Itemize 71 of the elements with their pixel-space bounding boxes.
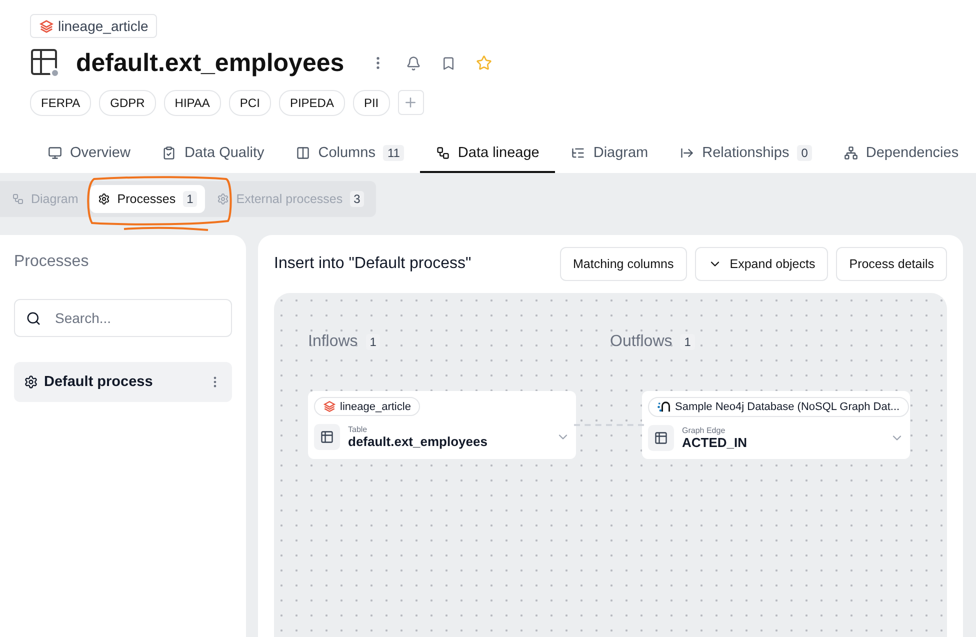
toolbar-button[interactable]: Matching columns bbox=[560, 247, 687, 281]
node-name: default.ext_employees bbox=[348, 434, 488, 449]
node-name: ACTED_IN bbox=[682, 435, 748, 450]
tag-chip[interactable]: FERPA bbox=[30, 90, 92, 116]
tag-chip[interactable]: PCI bbox=[228, 90, 271, 116]
node-type: Graph Edge bbox=[682, 426, 726, 435]
count-badge: 1 bbox=[680, 334, 695, 350]
tab-label: Data lineage bbox=[458, 145, 540, 161]
flow-label: Inflows bbox=[308, 333, 358, 351]
source-chip[interactable]: lineage_article bbox=[314, 397, 420, 416]
tab-icon bbox=[680, 146, 694, 160]
count-badge: 11 bbox=[383, 145, 404, 161]
tab-label: Overview bbox=[70, 145, 130, 161]
tab[interactable]: Dependencies bbox=[828, 138, 975, 173]
table-icon bbox=[30, 48, 60, 78]
process-item[interactable]: Default process bbox=[14, 362, 232, 402]
table-icon bbox=[648, 425, 674, 451]
tab-icon bbox=[162, 146, 176, 160]
layers-icon bbox=[323, 400, 336, 413]
tab-icon bbox=[844, 146, 858, 160]
subtab-label: External processes bbox=[236, 192, 343, 206]
tab-label: Data Quality bbox=[184, 145, 264, 161]
tab-icon bbox=[48, 146, 62, 160]
flow-label: Outflows bbox=[610, 333, 672, 351]
tab[interactable]: Overview bbox=[32, 138, 146, 173]
catalog-breadcrumb[interactable]: lineage_article bbox=[30, 14, 158, 38]
search-icon bbox=[26, 311, 41, 326]
tab-icon bbox=[571, 146, 586, 160]
process-icon bbox=[24, 375, 38, 389]
tab[interactable]: Columns 11 bbox=[280, 138, 420, 173]
tab-icon bbox=[436, 146, 450, 160]
node-card[interactable]: lineage_article Table default.ext_employees bbox=[308, 391, 576, 459]
tab-icon bbox=[296, 146, 310, 160]
tab-label: Relationships bbox=[702, 145, 790, 161]
count-badge: 1 bbox=[182, 191, 198, 207]
node-type: Table bbox=[348, 425, 368, 434]
tab[interactable]: Data lineage bbox=[420, 138, 556, 173]
add-tag-button[interactable] bbox=[398, 90, 424, 115]
subtab[interactable]: External processes 3 bbox=[209, 185, 372, 213]
tag-chip[interactable]: HIPAA bbox=[164, 90, 221, 116]
source-chip[interactable]: Sample Neo4j Database (NoSQL Graph Dat... bbox=[648, 397, 909, 417]
count-badge: 3 bbox=[350, 191, 364, 207]
toolbar-button[interactable]: Expand objects bbox=[694, 247, 828, 281]
page-title: default.ext_employees bbox=[76, 48, 344, 78]
node-card[interactable]: Sample Neo4j Database (NoSQL Graph Dat... Graph Edge ACTED_IN bbox=[642, 391, 910, 459]
tag-chip[interactable]: GDPR bbox=[99, 90, 156, 116]
process-title: Insert into "Default process" bbox=[274, 255, 472, 273]
count-badge: 1 bbox=[366, 334, 380, 350]
process-label: Default process bbox=[44, 374, 154, 390]
table-icon bbox=[314, 424, 340, 450]
panel-title: Processes bbox=[14, 253, 90, 271]
tab[interactable]: Relationships 0 bbox=[664, 138, 828, 173]
tab-label: Dependencies bbox=[866, 145, 959, 161]
subtab-icon bbox=[217, 193, 230, 205]
search-field[interactable]: Search... bbox=[14, 299, 232, 337]
subtab-label: Diagram bbox=[31, 192, 78, 206]
subtab-icon bbox=[98, 193, 110, 205]
tab-label: Columns bbox=[318, 145, 376, 161]
tag-chip[interactable]: PIPEDA bbox=[278, 90, 345, 116]
tag-chip[interactable]: PII bbox=[352, 90, 390, 116]
subtab[interactable]: Processes 1 bbox=[90, 185, 206, 213]
count-badge: 0 bbox=[797, 145, 812, 161]
tab-label: Diagram bbox=[593, 145, 648, 161]
toolbar-button[interactable]: Process details bbox=[836, 247, 947, 281]
subtab-label: Processes bbox=[117, 192, 176, 206]
tab[interactable]: Diagram bbox=[555, 138, 664, 173]
layers-icon bbox=[39, 18, 54, 34]
graph-logo-icon bbox=[657, 400, 671, 414]
subtab-icon bbox=[12, 193, 24, 205]
plus-icon bbox=[403, 95, 418, 110]
tab[interactable]: Data Quality bbox=[146, 138, 280, 173]
